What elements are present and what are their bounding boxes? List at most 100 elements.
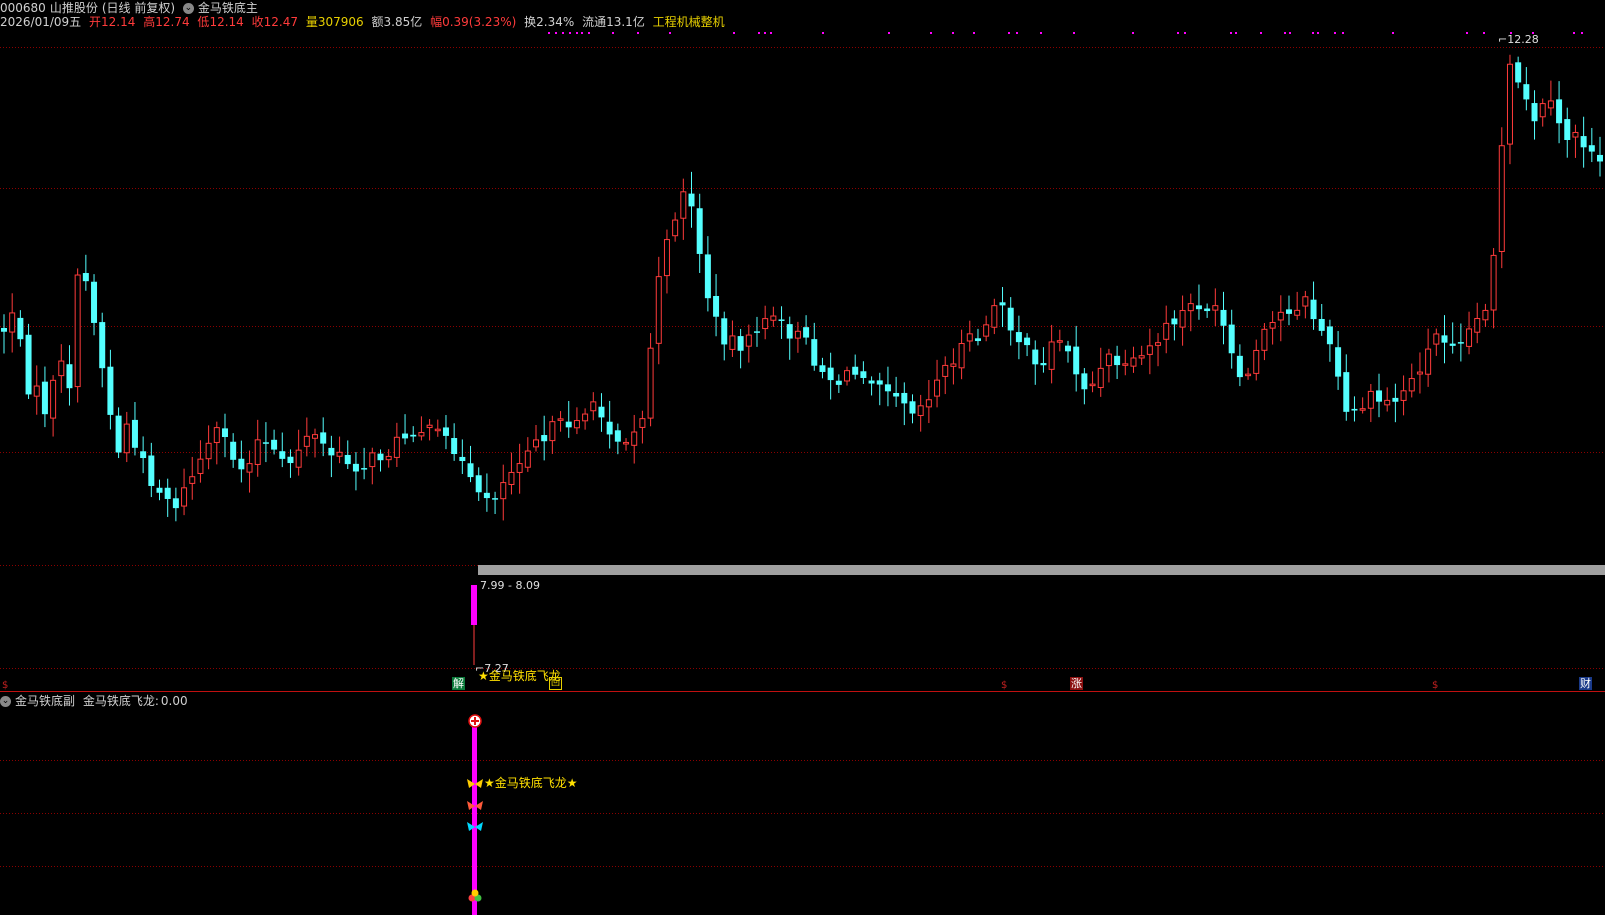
industry-label[interactable]: 工程机械整机 xyxy=(653,15,725,29)
candle-body xyxy=(369,452,376,468)
candle-body xyxy=(991,305,998,328)
candle-body xyxy=(606,421,613,435)
candle-body xyxy=(1457,342,1464,344)
candle-body xyxy=(148,455,155,486)
candle-body xyxy=(721,318,728,345)
candle-body xyxy=(1114,355,1121,366)
candle-body xyxy=(33,385,40,397)
candle-body xyxy=(524,450,531,468)
candle-body xyxy=(1024,337,1031,346)
stock-name: 山推股份 xyxy=(49,1,98,15)
candlestick-chart[interactable]: $ $ $ xyxy=(0,0,1605,915)
candle-body xyxy=(803,327,810,338)
candle-body xyxy=(1073,346,1080,375)
sub-value: 0.00 xyxy=(160,694,188,708)
signal-dot xyxy=(1132,32,1134,34)
signal-dot xyxy=(1284,32,1286,34)
candle-body xyxy=(631,431,638,446)
period-label[interactable]: (日线 前复权) xyxy=(102,1,175,15)
candle-body xyxy=(475,475,482,493)
candle-body xyxy=(1285,309,1292,314)
volume-label: 量 xyxy=(305,15,318,29)
candle-body xyxy=(377,453,384,461)
chevron-down-icon[interactable]: ⌄ xyxy=(0,696,11,707)
candle-body xyxy=(1580,136,1587,148)
candle-body xyxy=(1367,390,1374,409)
hui-mark[interactable]: 回 xyxy=(549,677,563,690)
candle-body xyxy=(598,406,605,418)
candle-body xyxy=(1212,305,1219,311)
candle-body xyxy=(213,427,220,444)
candle-body xyxy=(74,274,81,388)
signal-dot xyxy=(569,32,571,34)
candle-body xyxy=(1015,332,1022,343)
candle-body xyxy=(156,487,163,493)
signal-dot xyxy=(1342,32,1344,34)
candle-body xyxy=(868,380,875,384)
candle-body xyxy=(238,458,245,470)
high-price-marker: ⌐12.28 xyxy=(1498,33,1539,46)
candle-body xyxy=(1392,397,1399,402)
signal-dot xyxy=(555,32,557,34)
signal-dot xyxy=(1466,32,1468,34)
main-indicator-name[interactable]: 金马铁底主 xyxy=(198,1,258,15)
candle-body xyxy=(893,392,900,397)
jie-mark[interactable]: 解 xyxy=(452,677,465,690)
candle-body xyxy=(1310,299,1317,320)
candle-body xyxy=(1539,103,1546,118)
candle-body xyxy=(1048,341,1055,370)
amount-value: 3.85亿 xyxy=(383,15,423,29)
candle-body xyxy=(1146,345,1153,355)
candle-body xyxy=(123,423,130,454)
candle-body xyxy=(623,441,630,445)
candle-body xyxy=(1449,343,1456,346)
candle-body xyxy=(819,365,826,372)
cai-mark[interactable]: 财 xyxy=(1579,677,1592,690)
candle-body xyxy=(17,317,24,340)
quote-date: 2026/01/09 xyxy=(0,15,70,29)
candle-body xyxy=(1245,373,1252,377)
candle-body xyxy=(1515,62,1522,83)
candle-body xyxy=(688,193,695,207)
candle-body xyxy=(835,380,842,385)
sub-signal-bar xyxy=(472,718,477,915)
candle-body xyxy=(1155,342,1162,346)
candle-body xyxy=(516,463,523,473)
candle-body xyxy=(1359,408,1366,411)
signal-dot xyxy=(576,32,578,34)
candle-body xyxy=(500,482,507,500)
candle-body xyxy=(1490,254,1497,311)
signal-dot xyxy=(637,32,639,34)
zhang-mark[interactable]: 涨 xyxy=(1070,677,1083,690)
candle-body xyxy=(66,364,73,389)
stock-code: 000680 xyxy=(0,1,46,15)
candle-body xyxy=(639,418,646,428)
candle-body xyxy=(1588,145,1595,152)
candle-body xyxy=(483,492,490,499)
candle-body xyxy=(197,458,204,474)
candle-body xyxy=(1326,326,1333,345)
candle-body xyxy=(1400,390,1407,401)
candle-body xyxy=(172,498,179,509)
signal-dot xyxy=(612,32,614,34)
sub-indicator-name[interactable]: 金马铁底副 xyxy=(15,694,75,708)
chevron-down-icon[interactable]: ⌄ xyxy=(182,3,194,14)
candle-body xyxy=(1097,367,1104,389)
candle-body xyxy=(1564,119,1571,140)
candle-body xyxy=(1294,309,1301,316)
candle-body xyxy=(328,447,335,456)
signal-dot xyxy=(822,32,824,34)
candle-body xyxy=(541,435,548,442)
signal-dot xyxy=(888,32,890,34)
candle-body xyxy=(58,360,65,377)
candle-body xyxy=(909,401,916,414)
candle-body xyxy=(1236,355,1243,378)
candle-body xyxy=(737,336,744,351)
candle-body xyxy=(852,366,859,375)
candle-body xyxy=(50,379,57,419)
candle-body xyxy=(303,435,310,447)
candle-body xyxy=(336,451,343,457)
signal-dot xyxy=(930,32,932,34)
candle-body xyxy=(582,413,589,422)
signal-dot xyxy=(1230,32,1232,34)
